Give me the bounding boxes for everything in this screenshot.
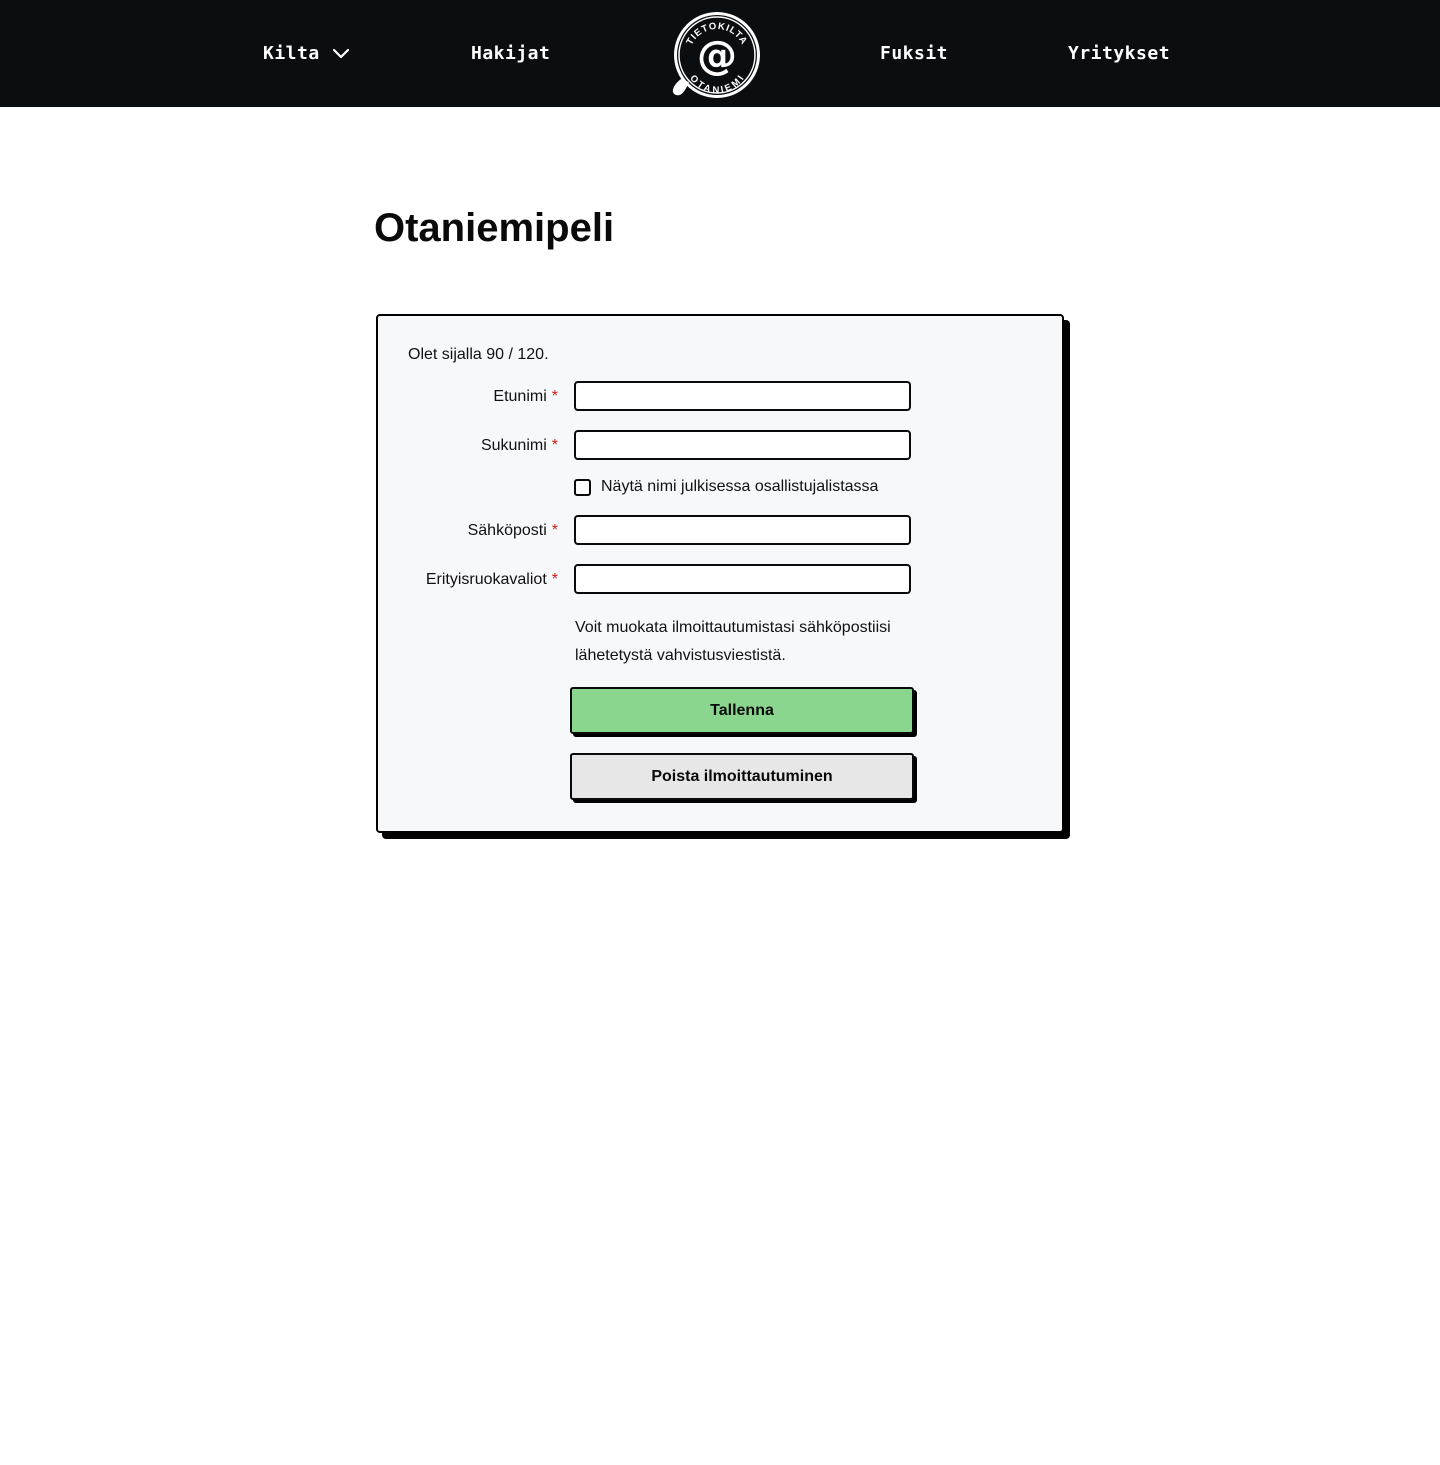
required-marker: * — [551, 437, 558, 454]
public-name-checkbox[interactable] — [574, 478, 591, 496]
email-input[interactable] — [574, 515, 911, 545]
nav-item-label: Kilta — [263, 43, 320, 64]
field-label-text: Erityisruokavaliot — [425, 571, 547, 588]
nav-item-label: Fuksit — [880, 43, 949, 64]
nav-item-label: Hakijat — [471, 43, 551, 64]
page-title: Otaniemipeli — [374, 206, 615, 250]
queue-status: Olet sijalla 90 / 120. — [408, 346, 549, 363]
nav-item-hakijat[interactable]: Hakijat — [471, 0, 550, 107]
save-button[interactable]: Tallenna — [570, 687, 914, 734]
field-label-text: Sukunimi — [480, 437, 547, 454]
required-marker: * — [551, 522, 558, 539]
first-name-label: Etunimi * — [493, 388, 558, 406]
chevron-down-icon — [332, 48, 350, 60]
nav-item-kilta[interactable]: Kilta — [263, 0, 350, 107]
nav-item-yritykset[interactable]: Yritykset — [1068, 0, 1170, 107]
public-name-checkbox-row[interactable]: Näytä nimi julkisessa osallistujalistass… — [574, 478, 878, 496]
nav-item-label: Yritykset — [1068, 43, 1171, 64]
last-name-label: Sukunimi * — [481, 437, 558, 455]
site-header: Kilta Hakijat TIETOKILTA OTANIEMI @ Fuks… — [0, 0, 1440, 107]
email-label: Sähköposti * — [468, 522, 558, 540]
guild-logo[interactable]: TIETOKILTA OTANIEMI @ — [667, 9, 767, 99]
required-marker: * — [551, 571, 558, 588]
edit-info-text: Voit muokata ilmoittautumistasi sähköpos… — [575, 619, 891, 664]
first-name-input[interactable] — [574, 381, 911, 411]
logo-at-glyph: @ — [697, 33, 737, 79]
required-marker: * — [551, 388, 558, 405]
field-label-text: Sähköposti — [467, 522, 547, 539]
field-label-text: Etunimi — [493, 388, 547, 405]
diet-label: Erityisruokavaliot * — [426, 571, 558, 589]
delete-registration-button[interactable]: Poista ilmoittautuminen — [570, 753, 914, 800]
last-name-input[interactable] — [574, 430, 911, 460]
public-name-checkbox-label[interactable]: Näytä nimi julkisessa osallistujalistass… — [601, 478, 878, 496]
nav-item-fuksit[interactable]: Fuksit — [880, 0, 948, 107]
signup-form-card: Olet sijalla 90 / 120. Etunimi * Sukunimi… — [376, 314, 1064, 833]
diet-input[interactable] — [574, 564, 911, 594]
